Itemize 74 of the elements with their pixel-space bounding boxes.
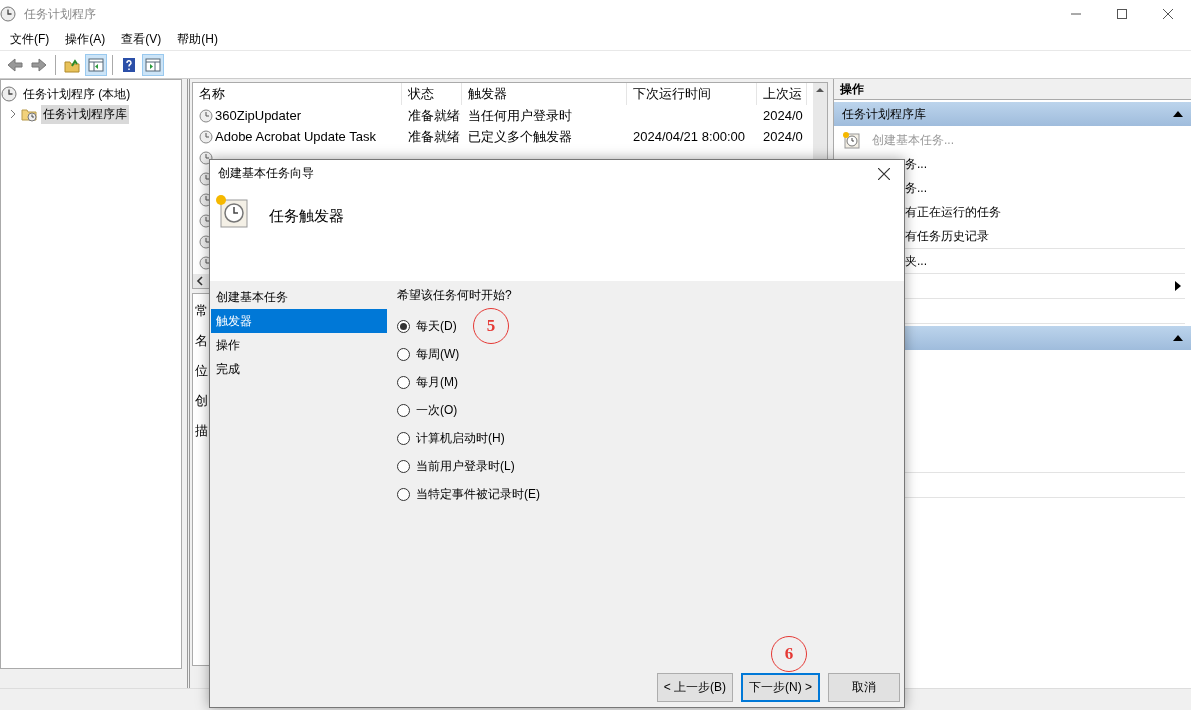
menu-item[interactable]: 帮助(H) xyxy=(169,30,226,48)
expander-icon[interactable] xyxy=(9,109,17,119)
window-title: 任务计划程序 xyxy=(24,5,97,23)
column-header[interactable]: 状态 xyxy=(402,83,462,105)
close-icon xyxy=(1163,9,1173,19)
table-cell: 2024/04/21 8:00:00 xyxy=(633,129,746,144)
column-header[interactable]: 触发器 xyxy=(462,83,627,105)
wizard-button[interactable]: < 上一步(B) xyxy=(656,673,733,702)
help-icon xyxy=(121,56,137,73)
radio-label[interactable]: 每周(W) xyxy=(416,345,460,363)
tree-item[interactable]: 任务计划程序库 xyxy=(41,104,129,124)
column-header[interactable]: 下次运行时间 xyxy=(627,83,757,105)
menu-item[interactable]: 操作(A) xyxy=(57,30,114,48)
clock-icon xyxy=(199,129,213,144)
field-label: 名 xyxy=(195,332,208,350)
table-cell: 2024/0 xyxy=(763,108,803,123)
tree-item[interactable]: 任务计划程序 (本地) xyxy=(21,84,133,104)
column-header[interactable]: 上次运 xyxy=(757,83,807,105)
field-label: 创 xyxy=(195,392,208,410)
field-label: 描 xyxy=(195,422,208,440)
table-cell: 准备就绪 xyxy=(408,107,460,123)
question-text: 希望该任务何时开始? xyxy=(397,287,513,304)
radio-label[interactable]: 每月(M) xyxy=(416,373,458,391)
wizard-step[interactable]: 触发器 xyxy=(211,309,387,333)
close-icon xyxy=(878,167,890,180)
wizard-step[interactable]: 创建基本任务 xyxy=(211,285,387,309)
toolbar-button[interactable] xyxy=(142,53,164,76)
forward-arrow-icon xyxy=(31,56,47,73)
radio-button[interactable] xyxy=(397,487,410,501)
wizard-button[interactable]: 取消 xyxy=(828,673,900,702)
table-cell: 360ZipUpdater xyxy=(215,108,301,123)
dialog-title: 创建基本任务向导 xyxy=(218,165,314,182)
collapse-icon[interactable] xyxy=(1173,335,1183,341)
column-header[interactable]: 名称 xyxy=(193,83,402,105)
toolbar-button[interactable] xyxy=(85,53,107,76)
section-header[interactable]: 任务计划程序库 xyxy=(834,102,1191,126)
tab[interactable]: 常 xyxy=(195,302,208,320)
pane-icon xyxy=(88,56,104,73)
menu-item[interactable]: 查看(V) xyxy=(113,30,170,48)
task-icon xyxy=(215,195,249,229)
submenu-arrow-icon[interactable] xyxy=(1175,281,1181,291)
radio-button[interactable] xyxy=(397,347,410,361)
folder-icon xyxy=(21,106,37,122)
radio-label[interactable]: 计算机启动时(H) xyxy=(416,429,505,447)
clock-icon xyxy=(1,86,17,102)
field-label: 位 xyxy=(195,362,208,380)
radio-button[interactable] xyxy=(397,375,410,389)
radio-label[interactable]: 当前用户登录时(L) xyxy=(416,457,515,475)
collapse-icon[interactable] xyxy=(1173,111,1183,117)
menu-item[interactable]: 文件(F) xyxy=(2,30,58,48)
panel-header: 操作 xyxy=(834,79,1191,100)
table-cell: 已定义多个触发器 xyxy=(468,128,572,144)
table-cell: 2024/0 xyxy=(763,129,803,144)
task-icon xyxy=(842,131,860,149)
radio-label[interactable]: 每天(D) xyxy=(416,317,457,335)
back-arrow-icon xyxy=(7,56,23,73)
table-cell: 当任何用户登录时 xyxy=(468,107,572,123)
radio-label[interactable]: 当特定事件被记录时(E) xyxy=(416,485,540,503)
wizard-step[interactable]: 完成 xyxy=(211,357,387,381)
radio-button[interactable] xyxy=(397,403,410,417)
clock-icon xyxy=(0,6,16,22)
maximize-icon xyxy=(1117,9,1127,19)
radio-button[interactable] xyxy=(397,319,410,333)
clock-icon xyxy=(199,108,213,123)
section-title: 任务计划程序库 xyxy=(842,105,926,123)
dialog-heading: 任务触发器 xyxy=(269,207,344,226)
table-cell: 准备就绪 xyxy=(408,128,460,144)
radio-button[interactable] xyxy=(397,459,410,473)
wizard-button[interactable]: 下一步(N) > xyxy=(741,673,820,702)
pane-icon xyxy=(145,56,161,73)
radio-label[interactable]: 一次(O) xyxy=(416,401,458,419)
table-cell: Adobe Acrobat Update Task xyxy=(215,129,376,144)
wizard-step[interactable]: 操作 xyxy=(211,333,387,357)
radio-button[interactable] xyxy=(397,431,410,445)
